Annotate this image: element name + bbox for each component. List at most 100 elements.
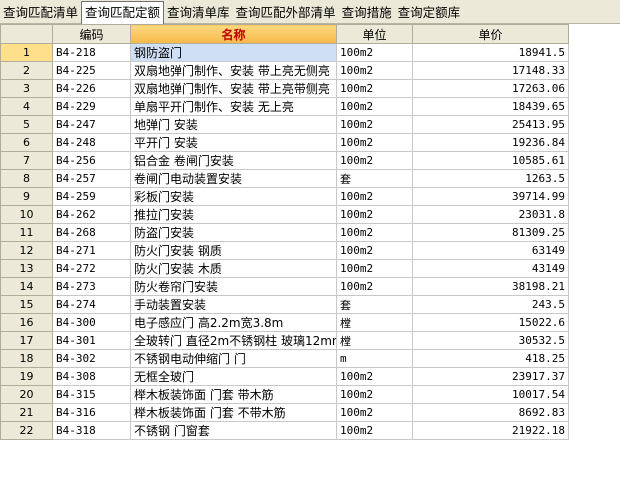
quota-unit[interactable]: 樘 [336, 331, 413, 350]
quota-price[interactable]: 418.25 [412, 349, 569, 368]
quota-code[interactable]: B4-248 [52, 133, 131, 152]
row-index[interactable]: 13 [0, 259, 53, 278]
quota-name[interactable]: 不锈钢 门窗套 [130, 421, 337, 440]
quota-unit[interactable]: 100m2 [336, 241, 413, 260]
table-row[interactable]: 20 B4-315 榉木板装饰面 门套 带木筋 100m2 10017.54 [0, 385, 620, 404]
row-index[interactable]: 7 [0, 151, 53, 170]
quota-name[interactable]: 榉木板装饰面 门套 带木筋 [130, 385, 337, 404]
header-price[interactable]: 单价 [412, 24, 569, 44]
table-row[interactable]: 21 B4-316 榉木板装饰面 门套 不带木筋 100m2 8692.83 [0, 403, 620, 422]
quota-code[interactable]: B4-318 [52, 421, 131, 440]
quota-price[interactable]: 63149 [412, 241, 569, 260]
quota-price[interactable]: 30532.5 [412, 331, 569, 350]
quota-name[interactable]: 防盗门安装 [130, 223, 337, 242]
table-row[interactable]: 22 B4-318 不锈钢 门窗套 100m2 21922.18 [0, 421, 620, 440]
tab-3[interactable]: 查询清单库 [164, 2, 233, 23]
table-row[interactable]: 12 B4-271 防火门安装 钢质 100m2 63149 [0, 241, 620, 260]
tab-1[interactable]: 查询匹配清单 [0, 2, 81, 23]
quota-price[interactable]: 39714.99 [412, 187, 569, 206]
quota-price[interactable]: 243.5 [412, 295, 569, 314]
table-row[interactable]: 8 B4-257 卷闸门电动装置安装套 1263.5 [0, 169, 620, 188]
quota-unit[interactable]: 100m2 [336, 277, 413, 296]
quota-unit[interactable]: 100m2 [336, 205, 413, 224]
quota-price[interactable]: 19236.84 [412, 133, 569, 152]
row-index[interactable]: 17 [0, 331, 53, 350]
quota-name[interactable]: 推拉门安装 [130, 205, 337, 224]
table-row[interactable]: 6 B4-248 平开门 安装 100m2 19236.84 [0, 133, 620, 152]
quota-unit[interactable]: 套 [336, 295, 413, 314]
row-index[interactable]: 22 [0, 421, 53, 440]
quota-unit[interactable]: 100m2 [336, 151, 413, 170]
quota-unit[interactable]: 100m2 [336, 223, 413, 242]
table-row[interactable]: 3 B4-226 双扇地弹门制作、安装 带上亮带侧亮 100m2 17263.06 [0, 79, 620, 98]
quota-name[interactable]: 铝合金 卷闸门安装 [130, 151, 337, 170]
quota-unit[interactable]: 100m2 [336, 367, 413, 386]
quota-price[interactable]: 15022.6 [412, 313, 569, 332]
quota-unit[interactable]: 100m2 [336, 403, 413, 422]
quota-code[interactable]: B4-308 [52, 367, 131, 386]
quota-code[interactable]: B4-302 [52, 349, 131, 368]
quota-code[interactable]: B4-225 [52, 61, 131, 80]
table-row[interactable]: 15 B4-274 手动装置安装套 243.5 [0, 295, 620, 314]
quota-price[interactable]: 10017.54 [412, 385, 569, 404]
quota-price[interactable]: 38198.21 [412, 277, 569, 296]
quota-name[interactable]: 电子感应门 高2.2m宽3.8m [130, 313, 337, 332]
table-row[interactable]: 10 B4-262 推拉门安装 100m2 23031.8 [0, 205, 620, 224]
row-index[interactable]: 16 [0, 313, 53, 332]
table-row[interactable]: 7 B4-256 铝合金 卷闸门安装 100m2 10585.61 [0, 151, 620, 170]
quota-price[interactable]: 18439.65 [412, 97, 569, 116]
row-index[interactable]: 20 [0, 385, 53, 404]
row-index[interactable]: 8 [0, 169, 53, 188]
quota-name[interactable]: 地弹门 安装 [130, 115, 337, 134]
quota-unit[interactable]: 100m2 [336, 61, 413, 80]
table-row[interactable]: 2 B4-225 双扇地弹门制作、安装 带上亮无侧亮 100m2 17148.33 [0, 61, 620, 80]
quota-code[interactable]: B4-273 [52, 277, 131, 296]
quota-code[interactable]: B4-229 [52, 97, 131, 116]
quota-unit[interactable]: m [336, 349, 413, 368]
quota-name[interactable]: 不锈钢电动伸缩门 门 [130, 349, 337, 368]
quota-code[interactable]: B4-247 [52, 115, 131, 134]
quota-unit[interactable]: 100m2 [336, 115, 413, 134]
quota-code[interactable]: B4-272 [52, 259, 131, 278]
table-row[interactable]: 14 B4-273 防火卷帘门安装 100m2 38198.21 [0, 277, 620, 296]
quota-unit[interactable]: 100m2 [336, 97, 413, 116]
row-index[interactable]: 15 [0, 295, 53, 314]
table-row[interactable]: 19 B4-308 无框全玻门 100m2 23917.37 [0, 367, 620, 386]
quota-price[interactable]: 1263.5 [412, 169, 569, 188]
quota-name[interactable]: 平开门 安装 [130, 133, 337, 152]
table-row[interactable]: 11 B4-268 防盗门安装 100m2 81309.25 [0, 223, 620, 242]
quota-price[interactable]: 21922.18 [412, 421, 569, 440]
row-index[interactable]: 18 [0, 349, 53, 368]
table-row[interactable]: 13 B4-272 防火门安装 木质 100m2 43149 [0, 259, 620, 278]
quota-code[interactable]: B4-315 [52, 385, 131, 404]
quota-name[interactable]: 防火门安装 钢质 [130, 241, 337, 260]
table-row[interactable]: 18 B4-302 不锈钢电动伸缩门 门 m 418.25 [0, 349, 620, 368]
row-index[interactable]: 11 [0, 223, 53, 242]
row-index[interactable]: 19 [0, 367, 53, 386]
quota-price[interactable]: 10585.61 [412, 151, 569, 170]
tab-2[interactable]: 查询匹配定额 [81, 1, 165, 24]
quota-unit[interactable]: 100m2 [336, 259, 413, 278]
quota-code[interactable]: B4-274 [52, 295, 131, 314]
header-index[interactable] [0, 24, 53, 44]
quota-code[interactable]: B4-316 [52, 403, 131, 422]
quota-unit[interactable]: 100m2 [336, 385, 413, 404]
quota-code[interactable]: B4-257 [52, 169, 131, 188]
table-row[interactable]: 16 B4-300 电子感应门 高2.2m宽3.8m 樘 15022.6 [0, 313, 620, 332]
row-index[interactable]: 12 [0, 241, 53, 260]
row-index[interactable]: 6 [0, 133, 53, 152]
quota-price[interactable]: 25413.95 [412, 115, 569, 134]
row-index[interactable]: 14 [0, 277, 53, 296]
row-index[interactable]: 10 [0, 205, 53, 224]
row-index[interactable]: 5 [0, 115, 53, 134]
row-index[interactable]: 4 [0, 97, 53, 116]
quota-name[interactable]: 无框全玻门 [130, 367, 337, 386]
quota-name[interactable]: 卷闸门电动装置安装 [130, 169, 337, 188]
quota-price[interactable]: 8692.83 [412, 403, 569, 422]
quota-price[interactable]: 81309.25 [412, 223, 569, 242]
quota-name[interactable]: 钢防盗门 [130, 43, 337, 62]
quota-name[interactable]: 双扇地弹门制作、安装 带上亮带侧亮 [130, 79, 337, 98]
quota-price[interactable]: 17263.06 [412, 79, 569, 98]
quota-name[interactable]: 防火门安装 木质 [130, 259, 337, 278]
quota-code[interactable]: B4-256 [52, 151, 131, 170]
